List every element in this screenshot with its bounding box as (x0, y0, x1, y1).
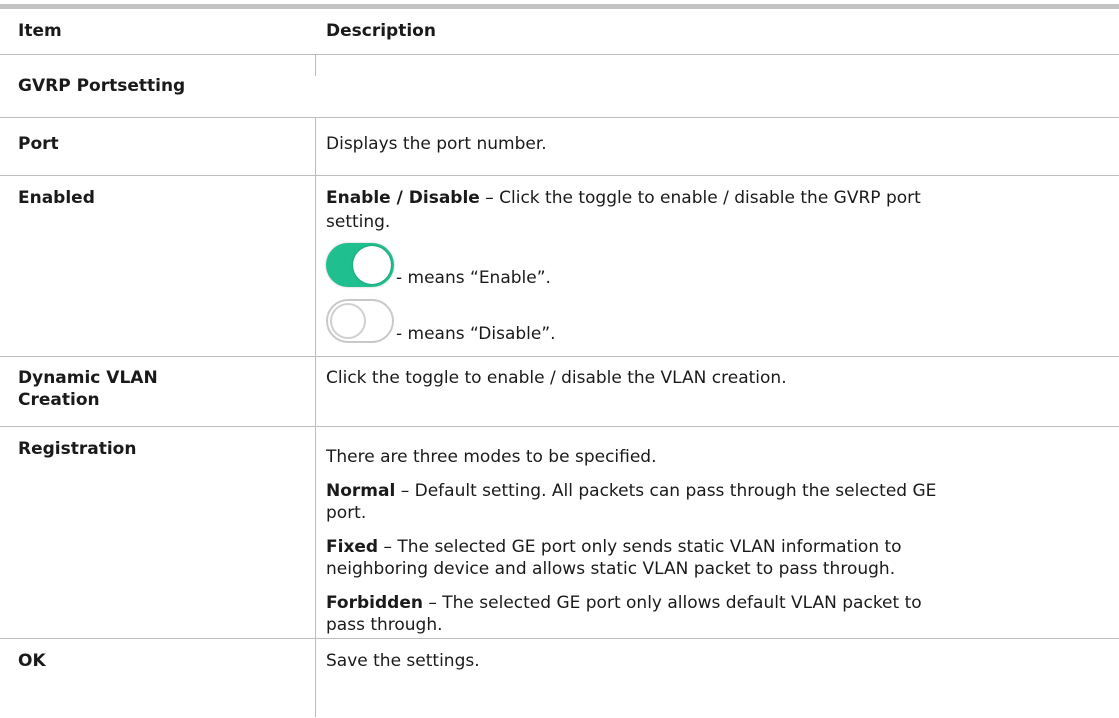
row-divider (0, 426, 1119, 427)
row-item-ok: OK (18, 651, 46, 671)
toggle-off-caption: - means “Disable”. (396, 324, 556, 344)
section-divider (0, 117, 1119, 118)
mode-fixed-line-2: neighboring device and allows static VLA… (326, 559, 896, 579)
toggle-on-caption: - means “Enable”. (396, 268, 551, 288)
toggle-knob (330, 303, 366, 339)
header-description: Description (326, 21, 436, 41)
enabled-desc-line-2: setting. (326, 212, 391, 232)
row-item-port: Port (18, 134, 59, 154)
header-item: Item (18, 21, 62, 41)
row-item-registration: Registration (18, 439, 137, 459)
row-divider (0, 356, 1119, 357)
row-desc-dynamic-vlan: Click the toggle to enable / disable the… (326, 368, 787, 388)
row-divider (0, 638, 1119, 639)
mode-forbidden-line-2: pass through. (326, 615, 443, 635)
item-line: Dynamic VLAN (18, 368, 158, 388)
mode-fixed: Fixed – The selected GE port only sends … (326, 536, 1086, 558)
toggle-on-icon (326, 243, 394, 287)
top-rule (0, 4, 1119, 9)
mode-normal: Normal – Default setting. All packets ca… (326, 480, 1086, 502)
header-divider (0, 54, 1119, 55)
section-title: GVRP Portsetting (18, 76, 186, 96)
row-divider (0, 175, 1119, 176)
row-desc-port: Displays the port number. (326, 134, 547, 154)
mode-forbidden: Forbidden – The selected GE port only al… (326, 592, 1086, 614)
row-desc-ok: Save the settings. (326, 651, 480, 671)
row-item-dynamic-vlan: Dynamic VLAN Creation (18, 367, 158, 411)
mode-forbidden-text: – The selected GE port only allows defau… (422, 593, 922, 613)
toggle-knob (353, 246, 391, 284)
mode-normal-label: Normal (326, 481, 396, 501)
toggle-off-icon (326, 299, 394, 343)
mode-forbidden-label: Forbidden (326, 593, 423, 613)
column-divider-header (315, 54, 316, 76)
item-line: Creation (18, 390, 100, 410)
mode-fixed-label: Fixed (326, 537, 379, 557)
enable-disable-label: Enable / Disable (326, 188, 480, 208)
enabled-desc-line: Enable / Disable – Click the toggle to e… (326, 187, 1086, 209)
mode-normal-text: – Default setting. All packets can pass … (395, 481, 937, 501)
row-desc-enabled: Enable / Disable – Click the toggle to e… (326, 187, 1086, 357)
mode-fixed-text: – The selected GE port only sends static… (378, 537, 902, 557)
column-divider (315, 117, 316, 717)
row-item-enabled: Enabled (18, 188, 95, 208)
mode-normal-line-2: port. (326, 503, 367, 523)
registration-intro: There are three modes to be specified. (326, 447, 657, 467)
enabled-desc-text: – Click the toggle to enable / disable t… (479, 188, 921, 208)
